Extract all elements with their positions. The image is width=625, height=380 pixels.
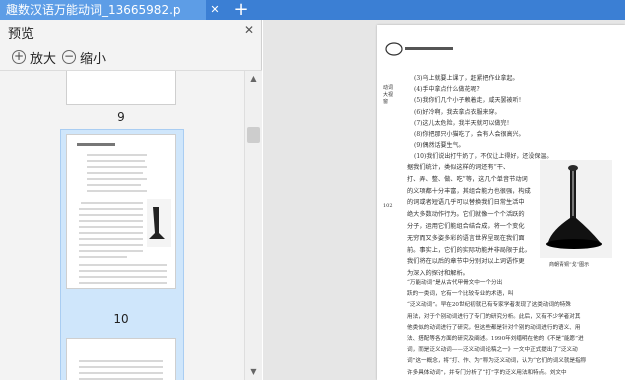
scrollbar-thumb[interactable]: [247, 127, 260, 143]
page-number-10: 10: [113, 312, 129, 326]
book-emblem-icon: [385, 42, 453, 56]
document-view[interactable]: 动词大视窗 (3)乌上就要上课了，赶紧把作业拿起。 (4)手中拿点什么做花呢？ (5…: [263, 20, 625, 380]
list-item: (3)乌上就要上课了，赶紧把作业拿起。: [414, 75, 519, 82]
text-line: 用法，对于个别动词进行了专门的研究分析。此后，又有不少学者对其: [407, 313, 581, 320]
text-line: 他类似的动词进行了研究，但这些都是针对个别的动词进行的语义、用: [407, 324, 581, 331]
artifact-image: [540, 160, 612, 258]
preview-header: 预览 ✕: [0, 20, 262, 44]
list-item: (9)偶然话要生气。: [414, 142, 465, 150]
zoom-out-icon: −: [62, 49, 76, 64]
preview-panel: 预览 ✕ + 放大 − 缩小 9 10 ▲ ▼: [0, 20, 262, 380]
text-line: 无穷而又多姿多彩的语言世界呈现在我们面: [407, 234, 525, 242]
text-line: 词”这一概念，将“打、作、为”称为泛义动词，认为“它们的词义就是指称: [407, 358, 587, 365]
document-page: 动词大视窗 (3)乌上就要上课了，赶紧把作业拿起。 (4)手中拿点什么做花呢？ (5…: [377, 25, 625, 380]
text-line: “泛义动词”。早在20世纪初就已有专家学者发现了这类动词的特殊: [407, 302, 571, 309]
scroll-up-icon[interactable]: ▲: [245, 71, 262, 87]
page-number-9: 9: [117, 110, 125, 124]
text-line: 跃的一类词，它有一个比较专业的术语，叫: [407, 291, 514, 298]
text-line: 前。事实上，它们的实际功能并非局限于此，: [407, 246, 531, 254]
side-label: 动词大视窗: [383, 85, 394, 105]
text-line: “万能动词”是从古代甲骨文中一个分出: [407, 280, 503, 286]
list-item: (6)好冷啊，我去拿点衣服来穿。: [414, 108, 501, 116]
text-line: 分子，运用它们能组合结合成，将一个变化: [407, 223, 525, 230]
thumbnail-list: 9 10: [0, 71, 244, 380]
zoom-toolbar: + 放大 − 缩小: [0, 46, 262, 68]
image-caption: 商朝青铜“戈”图示: [549, 262, 590, 268]
zoom-in-icon: +: [12, 49, 26, 64]
text-line: 据我们统计，类似这样的词还有“干、: [407, 164, 510, 171]
text-line: 为深入的探讨和解析。: [407, 270, 469, 278]
list-item: (7)这儿太危险，我半天就可以做完！: [414, 119, 513, 127]
new-tab-button[interactable]: +: [232, 0, 250, 20]
page-thumbnail-9[interactable]: [66, 71, 176, 105]
text-line: 许多具体动词”，并专门分析了“打”字的泛义用法和特点。刘文中: [407, 369, 567, 376]
text-line: 的义项都十分丰富，其组合能力也很强，构成: [407, 187, 531, 195]
page-thumbnail-11[interactable]: [66, 338, 176, 380]
list-item: (8)你把那只小猫吃了，会有人会很高兴。: [414, 131, 525, 138]
page-thumbnail-10[interactable]: [66, 134, 176, 289]
tab-close-icon[interactable]: ✕: [208, 2, 222, 18]
scroll-down-icon[interactable]: ▼: [245, 364, 262, 380]
list-item: (5)我你们几个小子赖着走，咸天罢被听！: [414, 97, 525, 105]
text-line: 词，而是泛义动词——泛义动词论稿之一》一文中正式提出了“泛义动: [407, 347, 578, 354]
close-icon[interactable]: ✕: [244, 23, 254, 37]
text-line: 我们将在以后的章节中分别对以上词语作更: [407, 258, 525, 266]
zoom-in-button[interactable]: + 放大: [12, 48, 57, 67]
zoom-in-label: 放大: [30, 51, 57, 67]
zoom-out-button[interactable]: − 缩小: [62, 48, 107, 67]
text-line: 绝大多数动作行为。它们就像一个个活跃的: [407, 211, 525, 219]
zoom-out-label: 缩小: [80, 51, 107, 67]
page-number: 102: [383, 203, 393, 209]
tab-bar: 趣数汉语万能动词_13665982.p ✕ +: [0, 0, 625, 20]
text-line: 法、搭配等各方面的研究及阐述。1990年刘缙明在他的《不是“能愿”进: [407, 336, 584, 342]
thumbnail-preview: [79, 360, 163, 380]
preview-title: 预览: [8, 27, 35, 42]
list-item: (4)手中拿点什么做花呢？: [414, 86, 483, 94]
thumbnail-scrollbar[interactable]: ▲ ▼: [244, 71, 262, 380]
thumbnail-preview: [77, 143, 171, 284]
document-tab[interactable]: 趣数汉语万能动词_13665982.p: [0, 0, 206, 20]
text-line: 打、弄、整、做、吃”等，这几个单音节动词: [407, 175, 528, 183]
text-line: 的词或者短语几乎可以替换我们日常生活中: [407, 199, 525, 207]
